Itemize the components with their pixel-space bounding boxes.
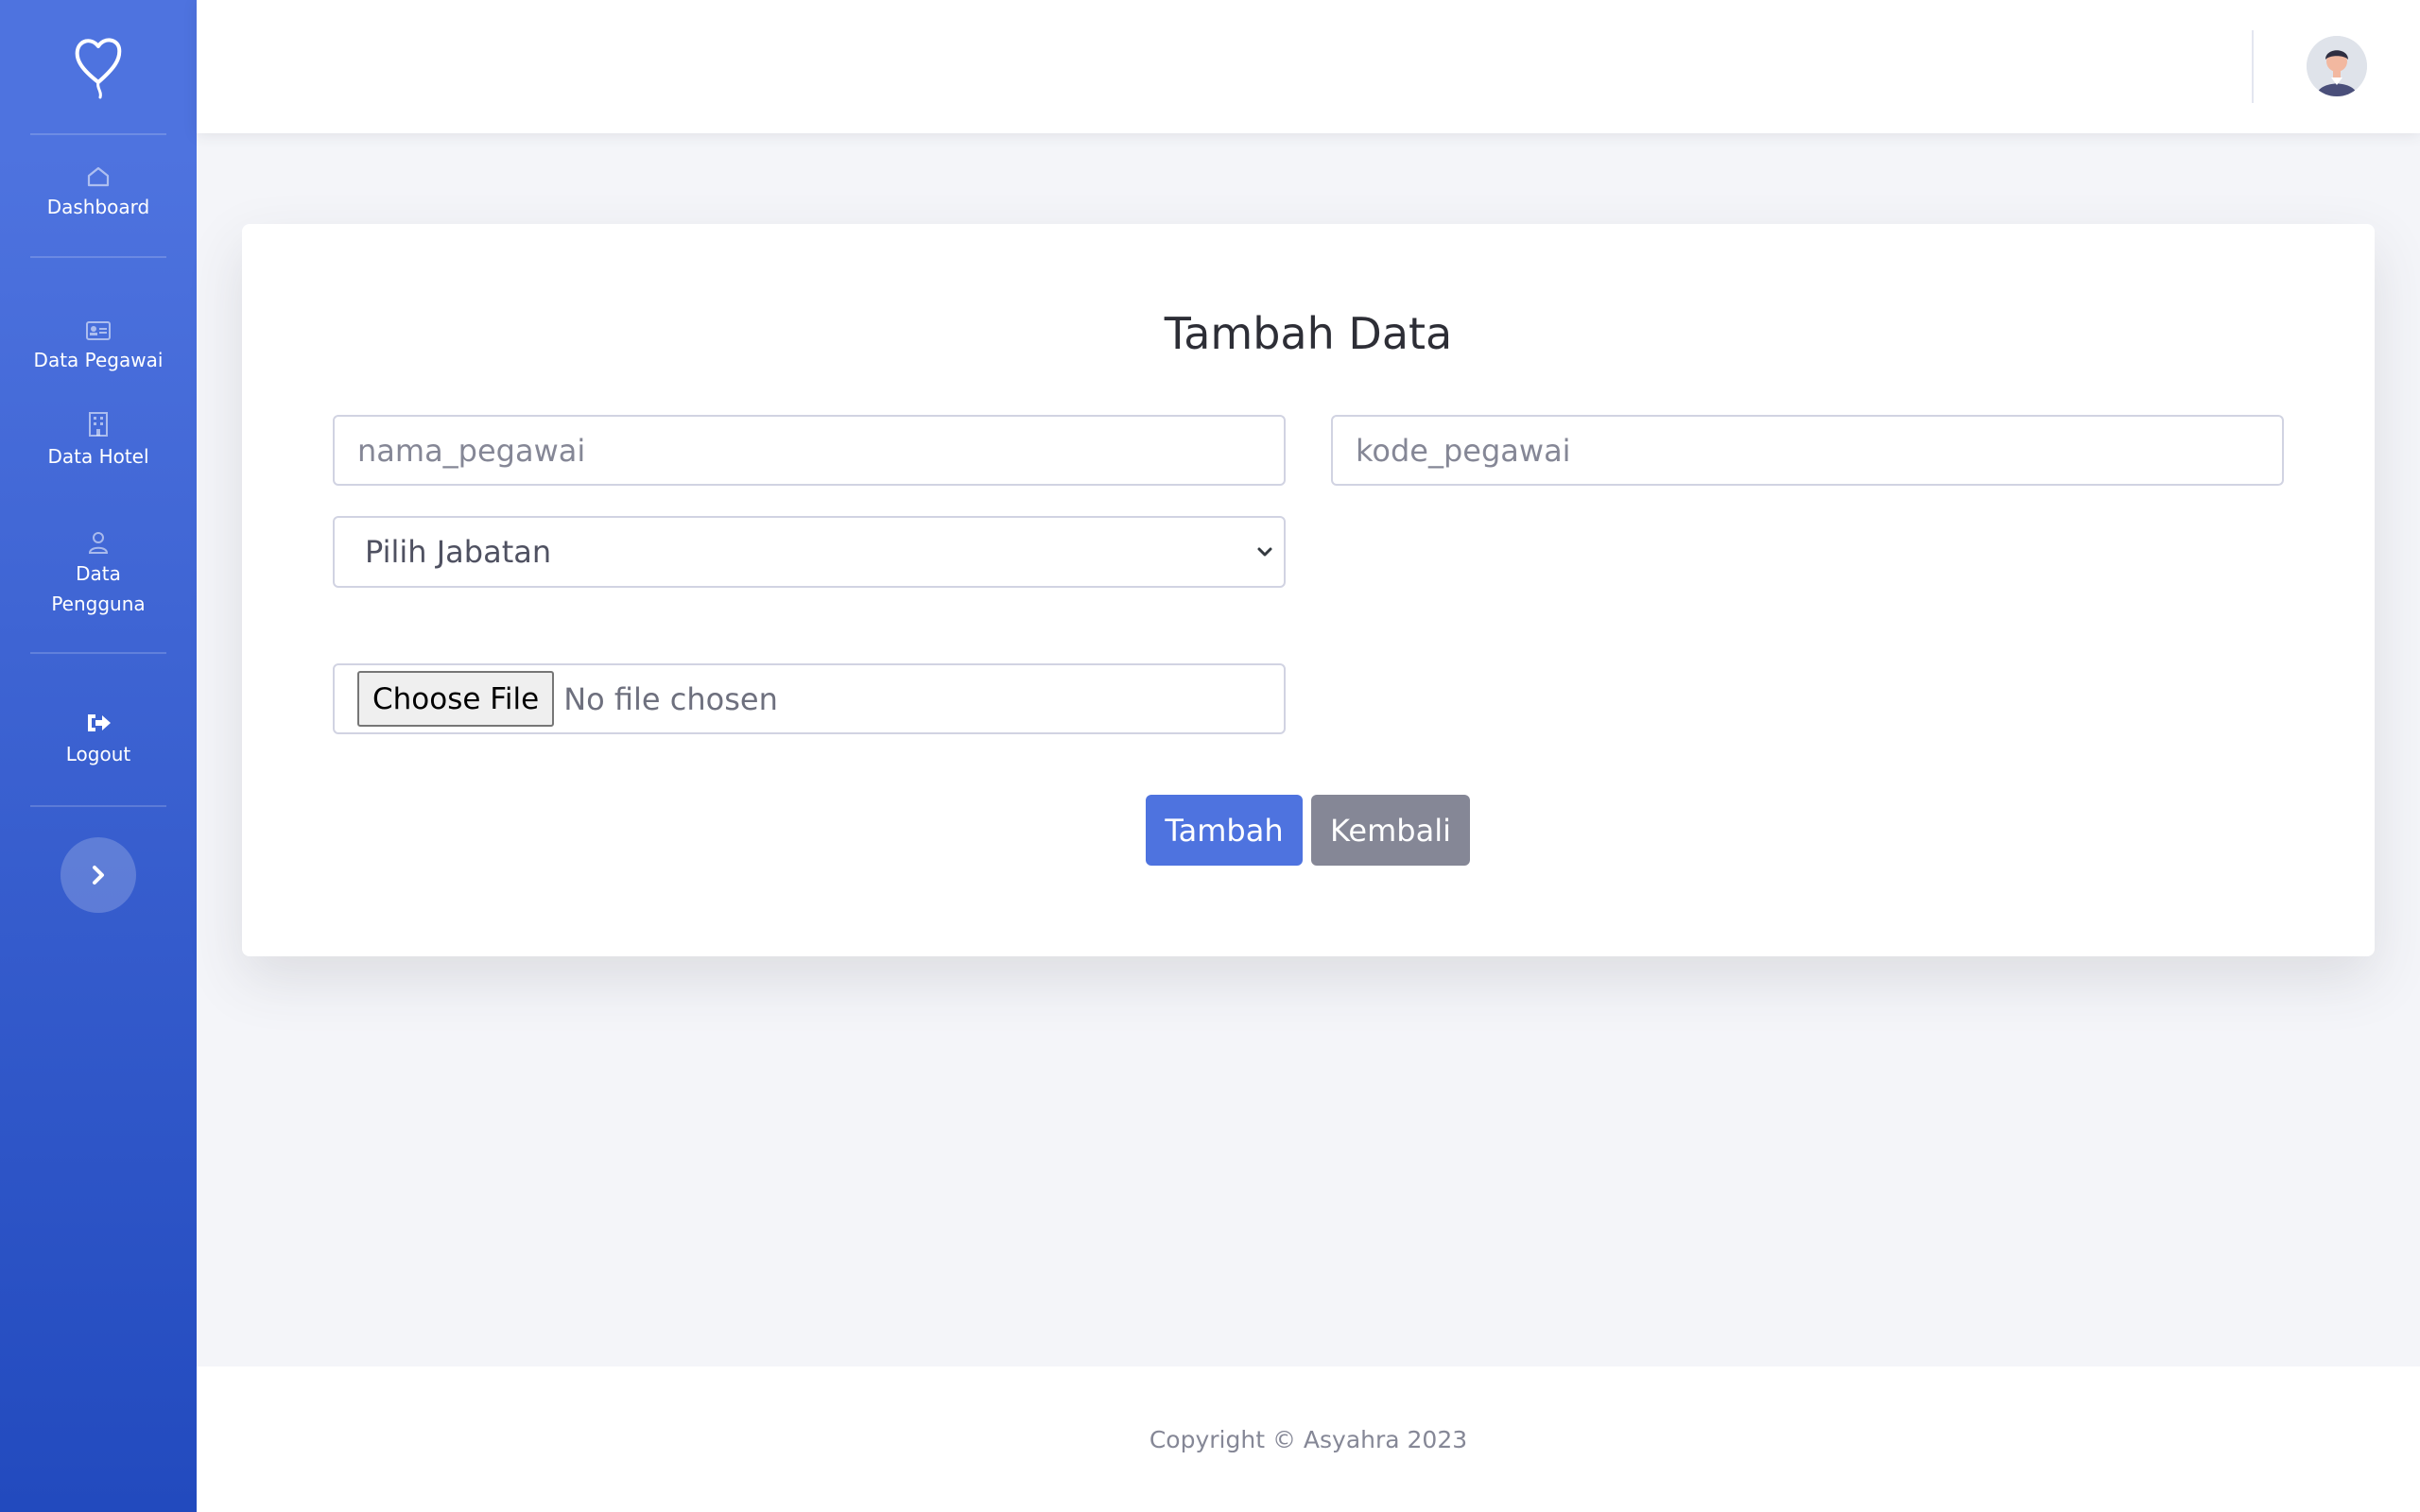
chevron-down-icon (1257, 547, 1272, 557)
form-card: Tambah Data Pilih Jabatan Choose File No… (242, 224, 2375, 956)
avatar-icon (2307, 36, 2367, 96)
topbar (197, 0, 2420, 133)
sidebar-toggle-button[interactable] (60, 837, 136, 913)
sidebar-item-label: Logout (65, 743, 131, 765)
tambah-button[interactable]: Tambah (1146, 795, 1303, 866)
footer: Copyright © Asyahra 2023 (197, 1366, 2420, 1512)
sidebar-divider (30, 805, 166, 807)
file-input[interactable]: Choose File No file chosen (333, 663, 1286, 734)
heart-balloon-icon (75, 38, 122, 98)
choose-file-button[interactable]: Choose File (357, 671, 555, 727)
user-icon (87, 530, 110, 555)
id-card-icon (85, 320, 112, 341)
kode-pegawai-input[interactable] (1331, 415, 2284, 486)
chevron-right-icon (93, 866, 104, 885)
brand-logo[interactable] (0, 0, 197, 133)
sidebar-item-label: Dashboard (46, 196, 150, 218)
jabatan-select[interactable]: Pilih Jabatan (333, 516, 1286, 588)
sidebar-item-dashboard[interactable]: Dashboard (0, 135, 197, 256)
kembali-button[interactable]: Kembali (1311, 795, 1470, 866)
sidebar-item-label: Data Hotel (47, 445, 149, 468)
copyright-text: Copyright © Asyahra 2023 (1149, 1425, 1468, 1453)
sign-out-icon (84, 711, 112, 735)
sidebar-item-data-hotel[interactable]: Data Hotel (0, 379, 197, 500)
file-status-text: No file chosen (563, 680, 778, 717)
sidebar-item-data-pengguna[interactable]: Data Pengguna (0, 500, 197, 652)
user-avatar[interactable] (2307, 36, 2367, 96)
sidebar: Dashboard Data Pegawai Data Hotel Data P… (0, 0, 197, 1512)
topbar-divider (2252, 30, 2254, 103)
sidebar-item-data-pegawai[interactable]: Data Pegawai (0, 258, 197, 379)
jabatan-select-value: Pilih Jabatan (365, 534, 552, 570)
sidebar-item-label-line2: Pengguna (51, 593, 146, 615)
page-title: Tambah Data (1164, 308, 1453, 359)
nama-pegawai-input[interactable] (333, 415, 1286, 486)
building-icon (88, 411, 109, 438)
sidebar-item-label: Data Pegawai (33, 349, 164, 371)
home-icon (86, 165, 111, 188)
sidebar-item-logout[interactable]: Logout (0, 654, 197, 805)
sidebar-item-label-line1: Data (76, 562, 121, 585)
